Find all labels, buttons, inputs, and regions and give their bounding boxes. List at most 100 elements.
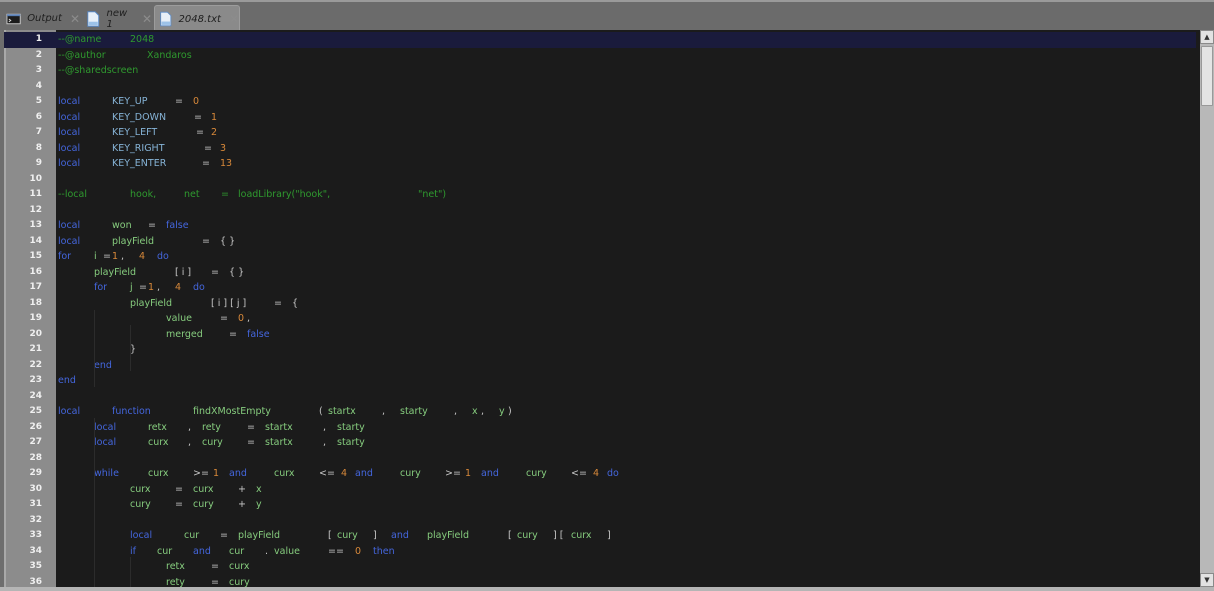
tab-bar: Output ✕ new 1 ✕ 2048.txt ✕ — [0, 0, 1214, 32]
operator-token: = — [211, 561, 219, 572]
code-line[interactable]: 13 local won = false — [4, 218, 1196, 234]
code-line[interactable]: 22 end — [4, 358, 1196, 374]
identifier-token: curx — [193, 483, 214, 495]
number-token: 4 — [593, 468, 600, 479]
comment-token: --@author — [58, 49, 106, 61]
number-token: 1 — [213, 468, 220, 479]
code-line[interactable]: 1 --@name 2048 — [4, 32, 1196, 48]
identifier-token: retx — [148, 421, 167, 433]
keyword-token: then — [373, 545, 395, 557]
close-icon[interactable]: ✕ — [142, 12, 152, 26]
arrow-down-icon: ▼ — [1204, 576, 1210, 584]
keyword-token: and — [355, 468, 373, 479]
code-line[interactable]: 33 local cur = playField [cury] and playField [c… — [4, 528, 1196, 544]
code-line[interactable]: 5 local KEY_UP = 0 — [4, 94, 1196, 110]
code-line[interactable]: 10 — [4, 172, 1196, 188]
identifier-token: cury — [202, 437, 223, 448]
operator-token: ] — [607, 530, 611, 541]
vertical-scrollbar[interactable]: ▲ ▼ — [1200, 30, 1214, 587]
identifier-token: curx — [571, 530, 592, 541]
keyword-token: local — [58, 96, 81, 107]
code-line[interactable]: 18 playField [ i ] [ j ] = { — [4, 296, 1196, 312]
line-number: 31 — [29, 499, 42, 509]
line-number: 32 — [29, 514, 42, 525]
tab-label: 2048.txt — [178, 13, 221, 25]
code-line[interactable]: 4 — [4, 79, 1196, 95]
tab-label: Output — [27, 13, 62, 24]
operator-token: = — [274, 297, 282, 309]
operator-token: [ — [508, 530, 512, 541]
code-line[interactable]: 25 local function findXMostEmpty (startx, sta… — [4, 404, 1196, 420]
scrollbar-thumb[interactable] — [1201, 46, 1213, 106]
code-line[interactable]: 23 end — [4, 373, 1196, 389]
keyword-token: function — [112, 406, 151, 417]
terminal-icon — [6, 13, 21, 24]
indent-guide — [130, 325, 131, 371]
operator-token: = — [196, 127, 204, 138]
operator-token: . — [265, 545, 269, 557]
identifier-token: i — [94, 251, 97, 262]
operator-token: <= — [319, 468, 335, 479]
number-token: 1 — [465, 468, 472, 479]
tab-new-1[interactable]: new 1 ✕ — [82, 5, 152, 32]
code-line[interactable]: 2 --@author Xandaros — [4, 48, 1196, 64]
comment-token: --@sharedscreen — [58, 65, 139, 76]
scroll-up-button[interactable]: ▲ — [1200, 30, 1214, 44]
identifier-token: cury — [526, 468, 547, 479]
code-line[interactable]: 32 — [4, 513, 1196, 529]
code-line[interactable]: 30 curx = curx + x — [4, 482, 1196, 498]
identifier-token: y — [499, 406, 505, 417]
code-line[interactable]: 12 — [4, 203, 1196, 219]
code-line[interactable]: 9 local KEY_ENTER = 13 — [4, 156, 1196, 172]
close-icon[interactable]: ✕ — [229, 12, 239, 26]
line-number: 28 — [29, 452, 42, 463]
code-line[interactable]: 35 retx = curx — [4, 559, 1196, 575]
operator-token: , — [188, 421, 192, 433]
line-number: 27 — [29, 437, 42, 447]
code-line[interactable]: 24 — [4, 389, 1196, 405]
code-line[interactable]: 31 cury = cury + y — [4, 497, 1196, 513]
number-token: 4 — [341, 468, 348, 479]
comment-token: Xandaros — [147, 49, 192, 61]
code-line[interactable]: 26 local retx, rety = startx, starty — [4, 420, 1196, 436]
code-line[interactable]: 21} — [4, 342, 1196, 358]
line-number: 2 — [35, 49, 42, 60]
code-line[interactable]: 15 for i = 1, 4 do — [4, 249, 1196, 265]
operator-token: = — [229, 328, 237, 340]
operator-token: , — [188, 437, 192, 448]
keyword-token: local — [58, 111, 81, 123]
keyword-token: local — [130, 530, 153, 541]
tab-2048-txt[interactable]: 2048.txt ✕ — [154, 5, 240, 32]
constant-token: KEY_LEFT — [112, 127, 158, 138]
line-number: 14 — [29, 235, 42, 246]
code-line[interactable]: 14 local playField = { } — [4, 234, 1196, 250]
code-line[interactable]: 16 playField [ i ] = { } — [4, 265, 1196, 281]
code-line[interactable]: 34 if cur and cur. value == 0 then — [4, 544, 1196, 560]
code-line[interactable]: 7 local KEY_LEFT = 2 — [4, 125, 1196, 141]
identifier-token: findXMostEmpty — [193, 406, 271, 417]
tab-output[interactable]: Output ✕ — [2, 5, 80, 32]
identifier-token: cury — [193, 499, 214, 510]
code-line[interactable]: 6 local KEY_DOWN = 1 — [4, 110, 1196, 126]
code-line[interactable]: 17 for j = 1, 4 do — [4, 280, 1196, 296]
code-line[interactable]: 19 value = 0, — [4, 311, 1196, 327]
indent-guide — [94, 310, 95, 387]
code-line[interactable]: 11 --local hook, net = loadLibrary("hook", "ne… — [4, 187, 1196, 203]
code-line[interactable]: 20 merged = false — [4, 327, 1196, 343]
code-line[interactable]: 28 — [4, 451, 1196, 467]
code-line[interactable]: 8 local KEY_RIGHT = 3 — [4, 141, 1196, 157]
code-editor[interactable]: 1 --@name 2048 2 --@author Xandaros 3 --@shared… — [4, 30, 1214, 588]
operator-token: [ i ] [ j ] — [211, 297, 247, 309]
scroll-down-button[interactable]: ▼ — [1200, 573, 1214, 587]
code-line[interactable]: 29 while curx >= 1 and curx <= 4 and cury >= 1 and cur… — [4, 466, 1196, 482]
code-line[interactable]: 27 local curx, cury = startx, starty — [4, 435, 1196, 451]
number-token: 0 — [238, 313, 245, 324]
keyword-token: local — [94, 421, 117, 433]
constant-token: KEY_RIGHT — [112, 142, 165, 154]
operator-token: { — [292, 297, 299, 309]
operator-token: = — [139, 282, 147, 293]
close-icon[interactable]: ✕ — [70, 12, 80, 26]
code-line[interactable]: 3 --@sharedscreen — [4, 63, 1196, 79]
identifier-token: cury — [517, 530, 538, 541]
line-number: 10 — [29, 173, 42, 184]
